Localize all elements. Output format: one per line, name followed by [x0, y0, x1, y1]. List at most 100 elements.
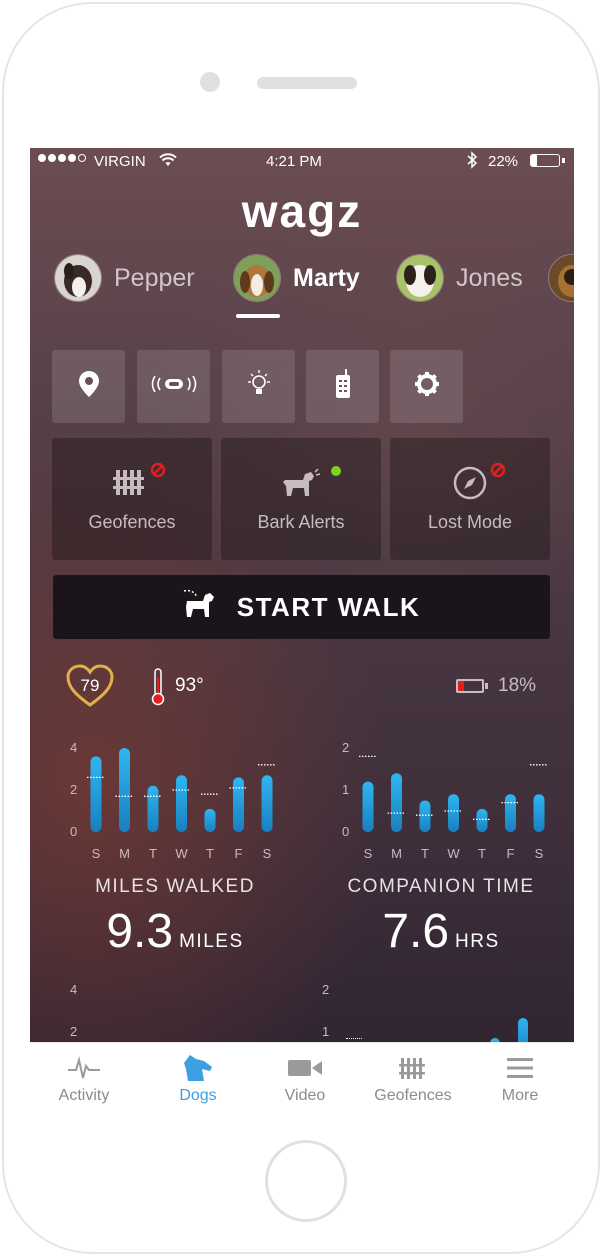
miles-chart-svg: 0 2 4 S M T W T F S [70, 740, 276, 861]
miles-chart-title: MILES WALKED [95, 876, 255, 897]
device-battery-percent: 18% [498, 675, 537, 696]
vitals-row: 79 93° 18% [30, 664, 574, 708]
gear-icon [414, 371, 440, 402]
remote-button[interactable] [306, 350, 379, 423]
location-pin-icon [78, 370, 100, 403]
chart-bar [391, 773, 402, 832]
chart-bar [119, 748, 130, 832]
light-bulb-icon [244, 369, 274, 404]
dog-tab-marty[interactable]: Marty [233, 254, 360, 302]
x-tick-label: S [364, 846, 373, 861]
x-tick-label: T [421, 846, 429, 861]
light-button[interactable] [222, 350, 295, 423]
camera [200, 72, 220, 92]
tab-label: Video [284, 1087, 326, 1104]
feature-label: Bark Alerts [257, 512, 345, 532]
y-tick-label: 2 [70, 782, 77, 797]
walking-dog-icon [183, 589, 217, 626]
bark-alerts-card[interactable]: Bark Alerts [221, 438, 381, 560]
chart-bar [176, 775, 187, 832]
dog-name: Jones [456, 263, 523, 292]
miles-total-unit: MILES [179, 931, 244, 952]
start-walk-button[interactable]: START WALK [53, 575, 550, 639]
carrier-name: VIRGIN [94, 153, 146, 170]
collar-icon [151, 375, 197, 398]
app-logo: wagz [241, 185, 363, 237]
miles-chart: 0 2 4 S M T W T F S [30, 734, 302, 864]
disabled-status-icon [150, 462, 166, 483]
target-marker [346, 1038, 362, 1039]
tab-more[interactable]: More [466, 1043, 574, 1113]
x-tick-label: T [149, 846, 157, 861]
compass-icon [453, 466, 487, 504]
feature-label: Geofences [88, 512, 176, 532]
x-tick-label: F [235, 846, 243, 861]
lost-mode-card[interactable]: Lost Mode [390, 438, 550, 560]
battery-icon [530, 154, 560, 167]
device-battery-icon [456, 679, 484, 693]
avatar [54, 254, 102, 302]
wifi-icon [159, 153, 177, 171]
clock: 4:21 PM [266, 153, 322, 170]
active-dog-indicator [236, 314, 280, 318]
fence-icon [113, 470, 151, 500]
avatar [548, 254, 574, 302]
y-tick-label: 0 [342, 824, 349, 839]
menu-icon [507, 1057, 533, 1083]
status-bar: VIRGIN 4:21 PM 22% [30, 148, 574, 176]
remote-icon [335, 369, 351, 404]
tab-label: More [501, 1087, 539, 1104]
chart-bar [476, 808, 488, 832]
activity-icon [67, 1055, 101, 1085]
chart-bar [362, 781, 374, 832]
chart-bar [261, 775, 273, 832]
start-walk-label: START WALK [236, 591, 421, 622]
companion-chart: 0 1 2 S M T W T F S [302, 734, 574, 864]
companion-chart-svg: 0 1 2 S M T W T F S [342, 740, 548, 861]
collar-button[interactable] [137, 350, 210, 423]
y-tick-label: 2 [70, 1024, 78, 1039]
x-tick-label: S [535, 846, 544, 861]
thermometer-icon [150, 668, 166, 711]
speaker [257, 77, 357, 89]
tab-label: Activity [58, 1087, 110, 1104]
avatar [233, 254, 281, 302]
tab-label: Dogs [179, 1087, 217, 1104]
x-tick-label: T [206, 846, 214, 861]
tab-label: Geofences [374, 1087, 452, 1104]
y-tick-label: 2 [322, 982, 330, 997]
companion-total-unit: HRS [455, 931, 500, 952]
x-tick-label: W [175, 846, 188, 861]
bluetooth-icon [466, 151, 478, 173]
home-button[interactable] [265, 1140, 347, 1222]
app-screen: VIRGIN 4:21 PM 22% wagz Pepper Marty Jon… [30, 148, 574, 1112]
chart-bar [505, 794, 516, 832]
dog-tab-pepper[interactable]: Pepper [54, 254, 195, 302]
video-icon [287, 1058, 323, 1083]
chart-bar [448, 794, 459, 832]
chart-bar [419, 800, 431, 832]
location-button[interactable] [52, 350, 125, 423]
y-tick-label: 0 [70, 824, 77, 839]
companion-total: 7.6 HRS [332, 904, 550, 959]
tab-video[interactable]: Video [251, 1043, 359, 1113]
chart-bar [533, 794, 545, 832]
chart-bar [233, 777, 244, 832]
tab-geofences[interactable]: Geofences [359, 1043, 467, 1113]
chart-bar [147, 785, 159, 832]
x-tick-label: S [263, 846, 272, 861]
dog-tab-next[interactable] [548, 254, 574, 302]
tab-dogs[interactable]: Dogs [144, 1043, 252, 1113]
dog-name: Marty [293, 263, 360, 292]
tab-activity[interactable]: Activity [30, 1043, 138, 1113]
dog-tab-jones[interactable]: Jones [396, 254, 523, 302]
x-tick-label: W [447, 846, 460, 861]
geofences-card[interactable]: Geofences [52, 438, 212, 560]
x-tick-label: S [92, 846, 101, 861]
y-tick-label: 4 [70, 982, 78, 997]
avatar [396, 254, 444, 302]
companion-chart-title: COMPANION TIME [347, 876, 535, 897]
y-tick-label: 1 [322, 1024, 330, 1039]
settings-button[interactable] [390, 350, 463, 423]
enabled-status-dot [331, 466, 341, 476]
